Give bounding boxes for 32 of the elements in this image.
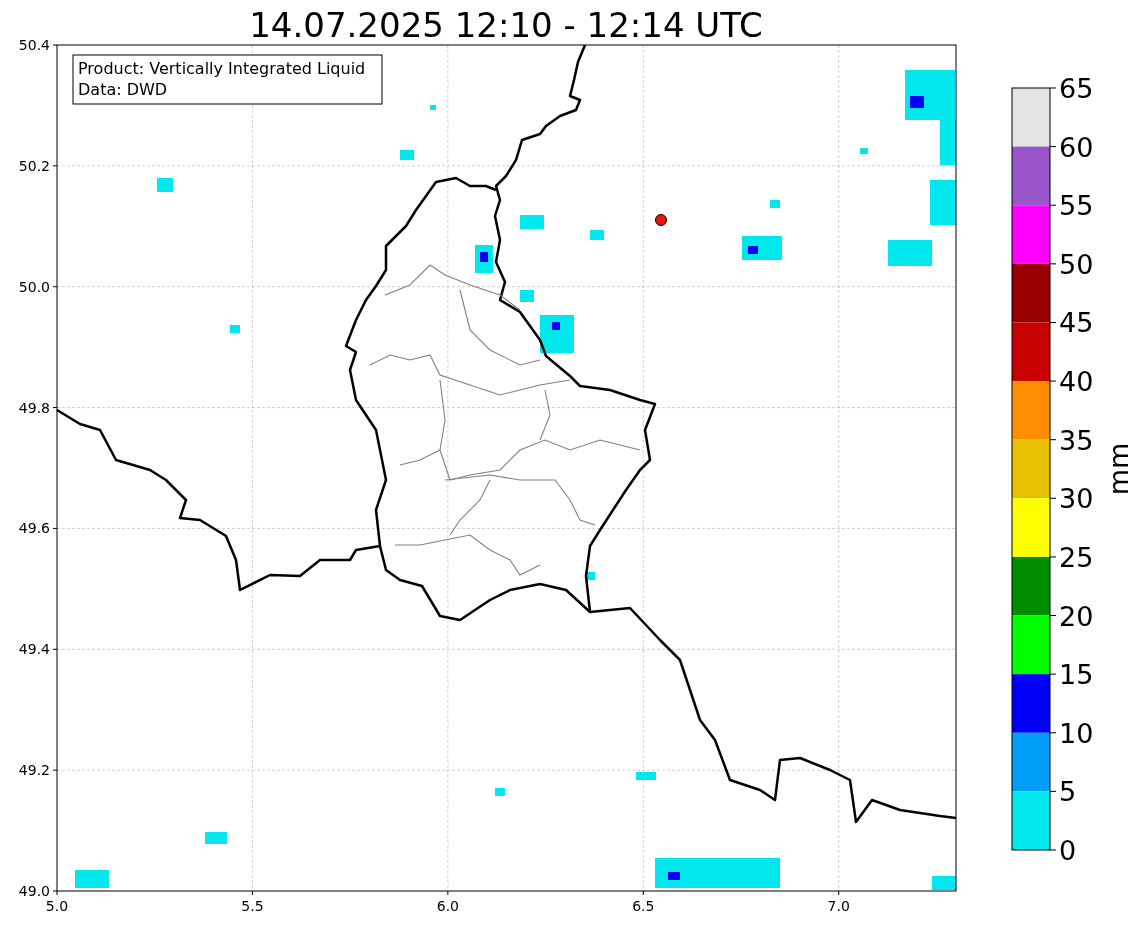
x-tick-label: 6.0: [436, 898, 459, 914]
colorbar-tick-label: 25: [1059, 541, 1094, 573]
colorbar-tick-label: 65: [1059, 73, 1094, 104]
x-tick-label: 5.5: [241, 898, 264, 914]
x-tick-label: 5.0: [45, 898, 69, 914]
y-tick-label: 49.6: [18, 520, 50, 537]
colorbar-tick-label: 50: [1059, 248, 1094, 280]
colorbar-tick-label: 45: [1059, 307, 1094, 339]
colorbar-tick-label: 35: [1059, 424, 1094, 456]
legend-text: Data: DWD: [78, 80, 168, 99]
colorbar-tick-label: 60: [1059, 131, 1094, 163]
y-tick-label: 49.0: [18, 883, 50, 899]
x-tick-label: 6.5: [632, 898, 655, 914]
legend-text: Product: Vertically Integrated Liquid: [78, 59, 366, 78]
chart-title: 14.07.2025 12:10 - 12:14 UTC: [249, 5, 763, 45]
colorbar-tick-label: 0: [1059, 835, 1077, 866]
y-tick-label: 50.4: [18, 37, 50, 53]
colorbar-tick-label: 15: [1059, 659, 1094, 691]
colorbar-tick-label: 20: [1059, 600, 1094, 632]
colorbar-tick-label: 5: [1059, 776, 1077, 808]
x-tick-label: 7.0: [827, 898, 850, 914]
colorbar-tick-label: 30: [1059, 483, 1094, 515]
colorbar-label: mm: [1103, 442, 1134, 496]
colorbar-tick-label: 40: [1059, 366, 1094, 398]
y-tick-label: 49.8: [18, 399, 50, 416]
colorbar-tick-label: 10: [1059, 717, 1094, 749]
y-tick-label: 50.2: [18, 157, 50, 174]
y-tick-label: 49.2: [18, 762, 50, 779]
y-tick-label: 49.4: [18, 641, 50, 658]
location-marker: [655, 214, 667, 226]
y-tick-label: 50.0: [18, 278, 50, 295]
colorbar-tick-label: 55: [1059, 190, 1094, 222]
